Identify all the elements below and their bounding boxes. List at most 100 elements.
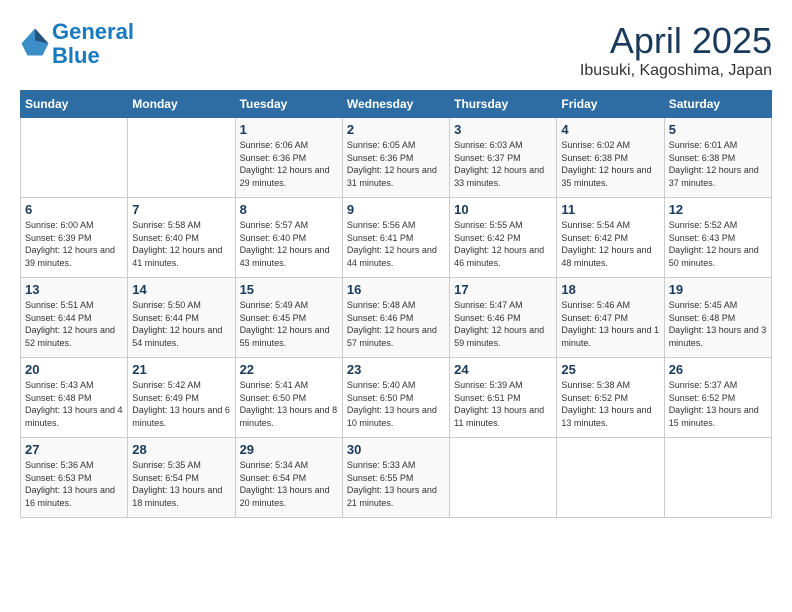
day-info: Sunrise: 5:51 AM Sunset: 6:44 PM Dayligh… <box>25 299 123 349</box>
day-info: Sunrise: 5:54 AM Sunset: 6:42 PM Dayligh… <box>561 219 659 269</box>
day-info: Sunrise: 6:03 AM Sunset: 6:37 PM Dayligh… <box>454 139 552 189</box>
weekday-header: Tuesday <box>235 91 342 118</box>
calendar-cell: 26 Sunrise: 5:37 AM Sunset: 6:52 PM Dayli… <box>664 358 771 438</box>
calendar-cell: 6Sunrise: 6:00 AM Sunset: 6:39 PM Daylig… <box>21 198 128 278</box>
calendar-week-row: 6Sunrise: 6:00 AM Sunset: 6:39 PM Daylig… <box>21 198 772 278</box>
day-info: Sunrise: 5:41 AM Sunset: 6:50 PM Dayligh… <box>240 379 338 429</box>
day-number: 28 <box>132 442 230 457</box>
calendar-cell: 29 Sunrise: 5:34 AM Sunset: 6:54 PM Dayli… <box>235 438 342 518</box>
calendar-title-area: April 2025 Ibusuki, Kagoshima, Japan <box>580 20 772 80</box>
day-info: Sunrise: 5:39 AM Sunset: 6:51 PM Dayligh… <box>454 379 552 429</box>
calendar-cell: 22 Sunrise: 5:41 AM Sunset: 6:50 PM Dayli… <box>235 358 342 438</box>
day-number: 14 <box>132 282 230 297</box>
day-number: 10 <box>454 202 552 217</box>
calendar-cell: 9Sunrise: 5:56 AM Sunset: 6:41 PM Daylig… <box>342 198 449 278</box>
day-number: 20 <box>25 362 123 377</box>
day-info: Sunrise: 5:52 AM Sunset: 6:43 PM Dayligh… <box>669 219 767 269</box>
calendar-cell: 20 Sunrise: 5:43 AM Sunset: 6:48 PM Dayli… <box>21 358 128 438</box>
calendar-cell: 14 Sunrise: 5:50 AM Sunset: 6:44 PM Dayli… <box>128 278 235 358</box>
calendar-table: SundayMondayTuesdayWednesdayThursdayFrid… <box>20 90 772 518</box>
day-info: Sunrise: 6:01 AM Sunset: 6:38 PM Dayligh… <box>669 139 767 189</box>
day-info: Sunrise: 5:45 AM Sunset: 6:48 PM Dayligh… <box>669 299 767 349</box>
calendar-cell: 23 Sunrise: 5:40 AM Sunset: 6:50 PM Dayli… <box>342 358 449 438</box>
day-number: 17 <box>454 282 552 297</box>
day-info: Sunrise: 5:40 AM Sunset: 6:50 PM Dayligh… <box>347 379 445 429</box>
day-info: Sunrise: 5:58 AM Sunset: 6:40 PM Dayligh… <box>132 219 230 269</box>
calendar-cell <box>664 438 771 518</box>
logo-icon <box>20 27 50 57</box>
day-number: 18 <box>561 282 659 297</box>
day-number: 7 <box>132 202 230 217</box>
day-info: Sunrise: 5:50 AM Sunset: 6:44 PM Dayligh… <box>132 299 230 349</box>
calendar-cell: 19 Sunrise: 5:45 AM Sunset: 6:48 PM Dayli… <box>664 278 771 358</box>
day-number: 11 <box>561 202 659 217</box>
calendar-subtitle: Ibusuki, Kagoshima, Japan <box>580 62 772 80</box>
calendar-cell <box>450 438 557 518</box>
calendar-cell <box>128 118 235 198</box>
day-info: Sunrise: 5:42 AM Sunset: 6:49 PM Dayligh… <box>132 379 230 429</box>
weekday-header: Friday <box>557 91 664 118</box>
day-number: 19 <box>669 282 767 297</box>
calendar-cell: 13 Sunrise: 5:51 AM Sunset: 6:44 PM Dayli… <box>21 278 128 358</box>
day-number: 25 <box>561 362 659 377</box>
day-info: Sunrise: 6:05 AM Sunset: 6:36 PM Dayligh… <box>347 139 445 189</box>
weekday-header-row: SundayMondayTuesdayWednesdayThursdayFrid… <box>21 91 772 118</box>
day-number: 5 <box>669 122 767 137</box>
weekday-header: Thursday <box>450 91 557 118</box>
weekday-header: Monday <box>128 91 235 118</box>
calendar-cell: 21 Sunrise: 5:42 AM Sunset: 6:49 PM Dayli… <box>128 358 235 438</box>
day-number: 23 <box>347 362 445 377</box>
day-number: 2 <box>347 122 445 137</box>
calendar-week-row: 1 Sunrise: 6:06 AM Sunset: 6:36 PM Daylig… <box>21 118 772 198</box>
logo-blue: Blue <box>52 43 100 68</box>
logo: General Blue <box>20 20 134 68</box>
calendar-cell: 30 Sunrise: 5:33 AM Sunset: 6:55 PM Dayli… <box>342 438 449 518</box>
day-info: Sunrise: 5:48 AM Sunset: 6:46 PM Dayligh… <box>347 299 445 349</box>
day-info: Sunrise: 5:35 AM Sunset: 6:54 PM Dayligh… <box>132 459 230 509</box>
calendar-cell: 28 Sunrise: 5:35 AM Sunset: 6:54 PM Dayli… <box>128 438 235 518</box>
day-info: Sunrise: 6:02 AM Sunset: 6:38 PM Dayligh… <box>561 139 659 189</box>
calendar-week-row: 13 Sunrise: 5:51 AM Sunset: 6:44 PM Dayli… <box>21 278 772 358</box>
day-number: 22 <box>240 362 338 377</box>
day-number: 16 <box>347 282 445 297</box>
day-number: 8 <box>240 202 338 217</box>
day-info: Sunrise: 5:49 AM Sunset: 6:45 PM Dayligh… <box>240 299 338 349</box>
day-info: Sunrise: 5:46 AM Sunset: 6:47 PM Dayligh… <box>561 299 659 349</box>
day-number: 26 <box>669 362 767 377</box>
day-number: 27 <box>25 442 123 457</box>
calendar-cell: 1 Sunrise: 6:06 AM Sunset: 6:36 PM Daylig… <box>235 118 342 198</box>
weekday-header: Wednesday <box>342 91 449 118</box>
calendar-title: April 2025 <box>580 20 772 62</box>
calendar-cell: 17 Sunrise: 5:47 AM Sunset: 6:46 PM Dayli… <box>450 278 557 358</box>
day-info: Sunrise: 5:47 AM Sunset: 6:46 PM Dayligh… <box>454 299 552 349</box>
calendar-cell: 27Sunrise: 5:36 AM Sunset: 6:53 PM Dayli… <box>21 438 128 518</box>
calendar-cell: 12Sunrise: 5:52 AM Sunset: 6:43 PM Dayli… <box>664 198 771 278</box>
page-header: General Blue April 2025 Ibusuki, Kagoshi… <box>20 20 772 80</box>
day-number: 9 <box>347 202 445 217</box>
day-number: 21 <box>132 362 230 377</box>
day-info: Sunrise: 6:00 AM Sunset: 6:39 PM Dayligh… <box>25 219 123 269</box>
day-info: Sunrise: 5:43 AM Sunset: 6:48 PM Dayligh… <box>25 379 123 429</box>
calendar-cell: 11 Sunrise: 5:54 AM Sunset: 6:42 PM Dayli… <box>557 198 664 278</box>
weekday-header: Saturday <box>664 91 771 118</box>
calendar-cell: 7 Sunrise: 5:58 AM Sunset: 6:40 PM Daylig… <box>128 198 235 278</box>
calendar-cell: 8Sunrise: 5:57 AM Sunset: 6:40 PM Daylig… <box>235 198 342 278</box>
day-number: 30 <box>347 442 445 457</box>
day-info: Sunrise: 5:55 AM Sunset: 6:42 PM Dayligh… <box>454 219 552 269</box>
day-number: 13 <box>25 282 123 297</box>
day-number: 24 <box>454 362 552 377</box>
day-info: Sunrise: 5:37 AM Sunset: 6:52 PM Dayligh… <box>669 379 767 429</box>
day-number: 29 <box>240 442 338 457</box>
calendar-cell <box>21 118 128 198</box>
day-info: Sunrise: 5:34 AM Sunset: 6:54 PM Dayligh… <box>240 459 338 509</box>
day-info: Sunrise: 6:06 AM Sunset: 6:36 PM Dayligh… <box>240 139 338 189</box>
calendar-cell: 25Sunrise: 5:38 AM Sunset: 6:52 PM Dayli… <box>557 358 664 438</box>
logo-general: General <box>52 19 134 44</box>
day-number: 1 <box>240 122 338 137</box>
weekday-header: Sunday <box>21 91 128 118</box>
calendar-cell <box>557 438 664 518</box>
calendar-cell: 24 Sunrise: 5:39 AM Sunset: 6:51 PM Dayli… <box>450 358 557 438</box>
day-info: Sunrise: 5:33 AM Sunset: 6:55 PM Dayligh… <box>347 459 445 509</box>
calendar-cell: 2 Sunrise: 6:05 AM Sunset: 6:36 PM Daylig… <box>342 118 449 198</box>
calendar-cell: 15Sunrise: 5:49 AM Sunset: 6:45 PM Dayli… <box>235 278 342 358</box>
